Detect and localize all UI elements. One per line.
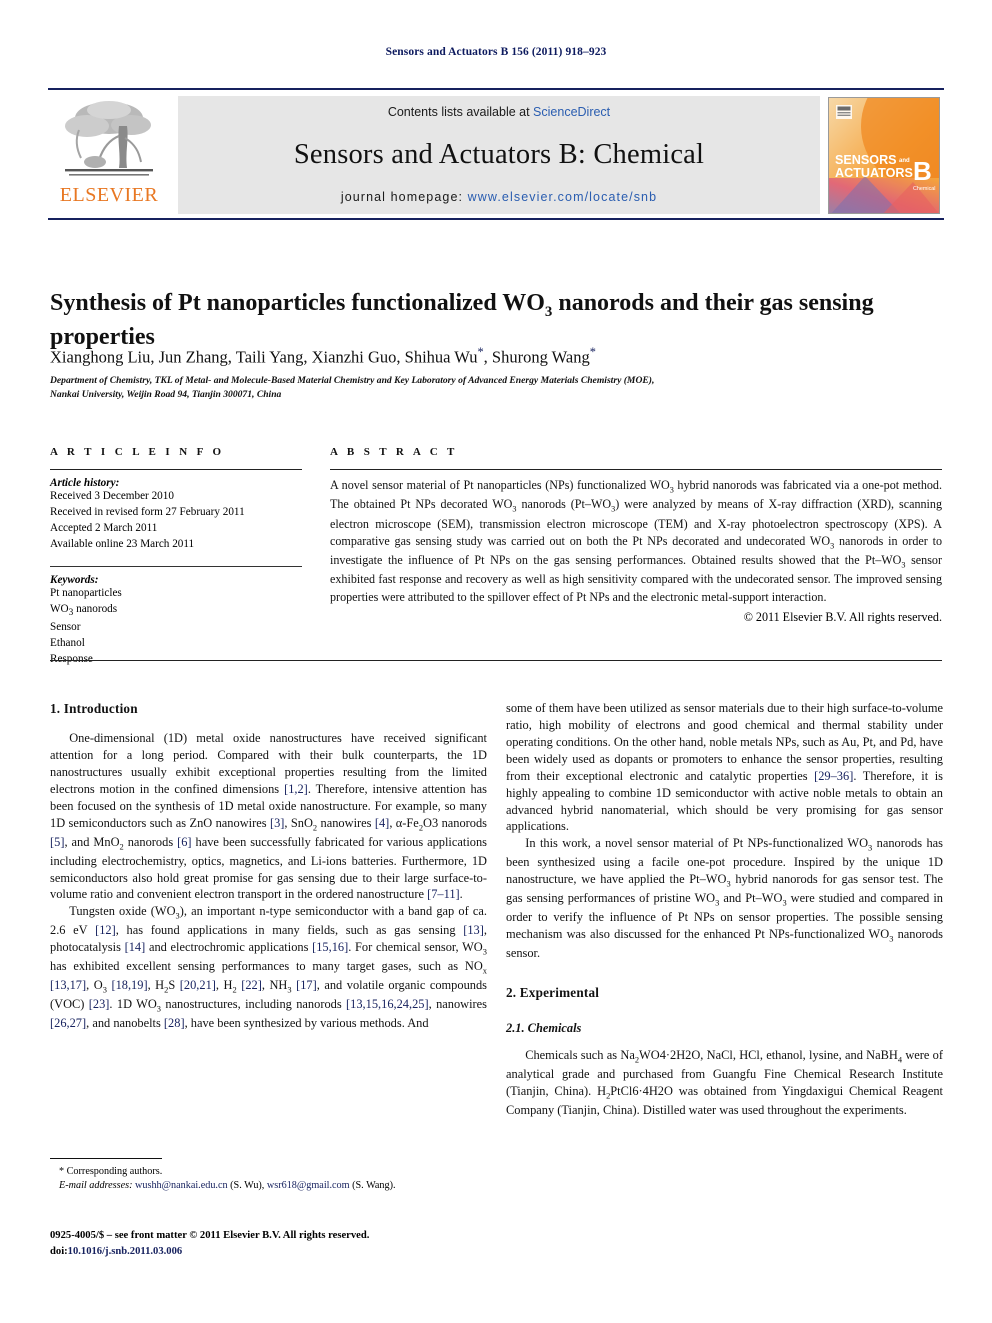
doi-link[interactable]: 10.1016/j.snb.2011.03.006 — [68, 1246, 183, 1257]
elsevier-tree-icon — [59, 96, 159, 184]
email-link-1[interactable]: wushh@nankai.edu.cn — [135, 1180, 228, 1191]
journal-article-page: Sensors and Actuators B 156 (2011) 918–9… — [0, 0, 992, 1323]
email-link-2[interactable]: wsr618@gmail.com — [267, 1180, 350, 1191]
abstract-text: A novel sensor material of Pt nanopartic… — [330, 478, 942, 604]
article-history-item: Available online 23 March 2011 — [50, 537, 195, 550]
paragraph-intro-2: Tungsten oxide (WO3), an important n-typ… — [50, 904, 487, 1031]
section-heading-introduction: 1. Introduction — [50, 701, 138, 716]
abstract-bottom-rule — [50, 660, 942, 661]
paragraph-chemicals-1: Chemicals such as Na2WO4·2H2O, NaCl, HCl… — [506, 1048, 943, 1117]
article-history-item: Accepted 2 March 2011 — [50, 521, 158, 534]
svg-text:Chemical: Chemical — [913, 186, 935, 192]
article-history-label: Article history: — [50, 477, 120, 489]
contents-available-line: Contents lists available at ScienceDirec… — [388, 105, 610, 119]
paragraph-intro-1: One-dimensional (1D) metal oxide nanostr… — [50, 731, 487, 902]
footnote-area: * Corresponding authors. E-mail addresse… — [50, 1158, 487, 1194]
paragraph-intro-4: In this work, a novel sensor material of… — [506, 836, 943, 961]
journal-cover-thumbnail[interactable]: SENSORS and ACTUATORS B Chemical — [828, 97, 940, 214]
authors-tail: , Shurong Wang — [483, 347, 590, 367]
issn-copyright-block: 0925-4005/$ – see front matter © 2011 El… — [50, 1228, 550, 1260]
journal-masthead: ELSEVIER Contents lists available at Sci… — [48, 88, 944, 220]
keyword-item: Ethanol — [50, 636, 85, 649]
journal-homepage-line: journal homepage: www.elsevier.com/locat… — [341, 190, 657, 204]
svg-text:ACTUATORS: ACTUATORS — [835, 166, 913, 180]
article-history-item: Received in revised form 27 February 201… — [50, 505, 245, 518]
footnote-rule — [50, 1158, 162, 1159]
email-owner-2: (S. Wang). — [352, 1180, 396, 1192]
body-column-left: 1. Introduction One-dimensional (1D) met… — [50, 700, 487, 1032]
corresponding-authors-note: * Corresponding authors. — [59, 1166, 163, 1177]
affiliation: Department of Chemistry, TKL of Metal- a… — [50, 374, 910, 401]
keyword-item: WO3 nanorods — [50, 602, 118, 618]
page-title: Synthesis of Pt nanoparticles functional… — [50, 288, 940, 352]
affiliation-line-1: Department of Chemistry, TKL of Metal- a… — [50, 375, 655, 386]
svg-text:B: B — [913, 156, 932, 186]
abstract-top-rule — [330, 469, 942, 470]
article-info-block: A R T I C L E I N F O Article history: R… — [50, 446, 302, 668]
paragraph-intro-3: some of them have been utilized as senso… — [506, 701, 943, 834]
abstract-copyright: © 2011 Elsevier B.V. All rights reserved… — [743, 610, 942, 625]
abstract-heading: A B S T R A C T — [330, 446, 458, 458]
affiliation-line-2: Nankai University, Weijin Road 94, Tianj… — [50, 388, 282, 400]
contents-prefix: Contents lists available at — [387, 105, 534, 119]
elsevier-logo: ELSEVIER — [48, 90, 170, 222]
email-owner-1: (S. Wu), — [230, 1180, 265, 1192]
svg-text:SENSORS: SENSORS — [835, 153, 897, 167]
running-head: Sensors and Actuators B 156 (2011) 918–9… — [385, 46, 607, 58]
subsection-heading-chemicals: 2.1. Chemicals — [506, 1021, 582, 1036]
sciencedirect-link[interactable]: ScienceDirect — [533, 105, 610, 119]
section-heading-experimental: 2. Experimental — [506, 985, 600, 1001]
keyword-item: Sensor — [50, 621, 81, 633]
keywords-label: Keywords: — [50, 573, 99, 586]
journal-band: Contents lists available at ScienceDirec… — [178, 96, 820, 214]
article-info-top-rule — [50, 469, 302, 470]
doi-label: doi: — [50, 1245, 68, 1257]
keyword-item: Pt nanoparticles — [50, 586, 122, 599]
email-label: E-mail addresses: — [59, 1180, 133, 1192]
elsevier-wordmark: ELSEVIER — [59, 184, 159, 206]
keywords-rule — [50, 565, 302, 567]
svg-text:and: and — [899, 158, 910, 164]
abstract-block: A B S T R A C T A novel sensor material … — [330, 446, 942, 625]
authors-main: Xianghong Liu, Jun Zhang, Taili Yang, Xi… — [50, 347, 478, 367]
author-list: Xianghong Liu, Jun Zhang, Taili Yang, Xi… — [50, 345, 940, 368]
email-addresses-note: E-mail addresses: wushh@nankai.edu.cn (S… — [50, 1179, 487, 1193]
title-part-1: Synthesis of Pt nanoparticles functional… — [50, 290, 545, 317]
body-column-right: some of them have been utilized as senso… — [506, 700, 943, 1119]
article-info-heading: A R T I C L E I N F O — [50, 446, 225, 458]
article-history-item: Received 3 December 2010 — [50, 490, 174, 502]
doi-line: doi:10.1016/j.snb.2011.03.006 — [50, 1244, 550, 1260]
journal-title: Sensors and Actuators B: Chemical — [293, 138, 705, 170]
homepage-url-link[interactable]: www.elsevier.com/locate/snb — [468, 190, 658, 204]
issn-line: 0925-4005/$ – see front matter © 2011 El… — [50, 1230, 370, 1241]
corresponding-marker-2: * — [589, 345, 596, 359]
homepage-label: journal homepage: — [340, 190, 464, 204]
